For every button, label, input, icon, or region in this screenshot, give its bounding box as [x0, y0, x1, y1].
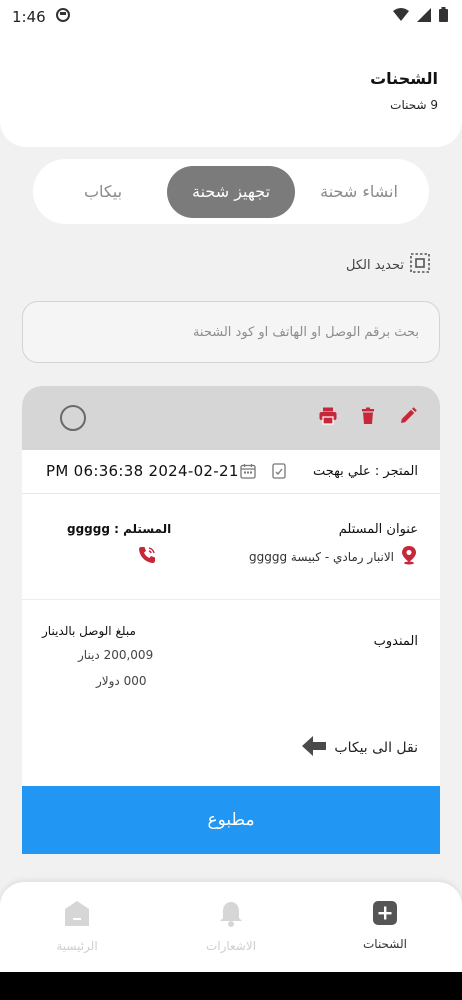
- receiver-label: المستلم : ggggg: [67, 522, 172, 536]
- phone-call-icon[interactable]: [137, 545, 157, 569]
- nav-notifications[interactable]: الاشعارات: [176, 900, 286, 953]
- search-box: [22, 301, 440, 363]
- system-navigation-bar: [0, 972, 462, 1000]
- location-icon: [400, 545, 418, 568]
- bell-icon: [217, 900, 245, 931]
- representative-label: المندوب: [373, 634, 418, 649]
- page-header: الشحنات 9 شحنات: [0, 33, 462, 147]
- select-all-icon: [410, 253, 430, 277]
- signal-icon: [417, 7, 431, 26]
- arrow-left-icon: [302, 736, 327, 760]
- plus-box-icon: [372, 900, 398, 929]
- wifi-icon: [393, 7, 409, 26]
- amount-dollar: 000 دولار: [96, 674, 147, 688]
- store-label: المتجر : علي بهجت: [312, 464, 418, 479]
- checklist-icon: [272, 463, 286, 483]
- print-icon[interactable]: [318, 406, 338, 426]
- shipment-card: المتجر : علي بهجت PM 06:36:38 2024-02-21…: [22, 386, 440, 854]
- nav-home[interactable]: الرئيسية: [22, 900, 132, 953]
- nav-shipments-label: الشحنات: [362, 937, 407, 951]
- status-bar: 1:46: [0, 0, 462, 33]
- nav-shipments[interactable]: الشحنات: [330, 900, 440, 951]
- battery-icon: [439, 7, 448, 26]
- print-status-button[interactable]: مطبوع: [22, 786, 440, 854]
- tab-pickup[interactable]: بيكاب: [39, 166, 167, 218]
- select-radio[interactable]: [60, 405, 86, 431]
- page-title: الشحنات: [370, 69, 438, 88]
- receiver-address: الانبار رمادي - كبيسة ggggg: [249, 545, 418, 568]
- edit-icon[interactable]: [398, 406, 418, 426]
- shipment-datetime: PM 06:36:38 2024-02-21: [46, 462, 239, 480]
- amount-label: مبلغ الوصل بالدينار: [42, 624, 136, 638]
- move-to-pickup-button[interactable]: نقل الى بيكاب: [302, 736, 418, 760]
- select-all-button[interactable]: تحديد الكل: [346, 253, 430, 277]
- bottom-nav: الرئيسية الاشعارات الشحنات: [0, 882, 462, 972]
- receiver-address-value: الانبار رمادي - كبيسة ggggg: [249, 549, 394, 564]
- nav-home-label: الرئيسية: [56, 939, 98, 953]
- status-time: 1:46: [12, 7, 46, 26]
- delete-icon[interactable]: [358, 406, 378, 426]
- nav-notifications-label: الاشعارات: [205, 939, 257, 953]
- receiver-address-label: عنوان المستلم: [338, 522, 418, 537]
- amount-section: المندوب مبلغ الوصل بالدينار 200,009 دينا…: [22, 600, 440, 710]
- home-icon: [63, 900, 91, 931]
- app-status-icon: [55, 7, 70, 26]
- move-label: نقل الى بيكاب: [334, 740, 418, 756]
- amount-dinar: 200,009 دينار: [78, 648, 154, 662]
- calendar-icon: [240, 463, 256, 483]
- search-input[interactable]: [43, 324, 419, 340]
- card-header: [22, 386, 440, 450]
- tab-create-shipment[interactable]: انشاء شحنة: [295, 166, 423, 218]
- segment-tabs: انشاء شحنة تجهيز شحنة بيكاب: [33, 159, 429, 224]
- receiver-section: عنوان المستلم الانبار رمادي - كبيسة gggg…: [22, 494, 440, 600]
- store-row: المتجر : علي بهجت PM 06:36:38 2024-02-21: [22, 450, 440, 494]
- shipment-count: 9 شحنات: [390, 98, 438, 112]
- select-all-label: تحديد الكل: [345, 257, 404, 273]
- tab-prepare-shipment[interactable]: تجهيز شحنة: [167, 165, 295, 218]
